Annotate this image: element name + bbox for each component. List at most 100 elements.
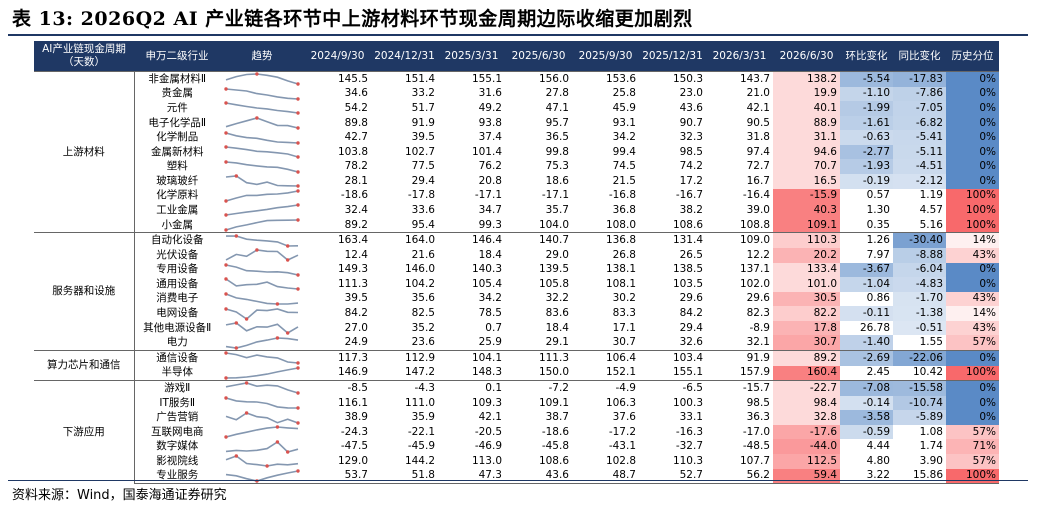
period-value: 150.0 <box>538 366 569 379</box>
yoy-change: 10.42 <box>912 366 943 379</box>
trend-cell <box>220 263 304 278</box>
trend-sparkline <box>224 101 300 116</box>
trend-sparkline <box>224 366 300 380</box>
qoq-change: -1.10 <box>840 86 893 102</box>
industry-name: 数字媒体 <box>156 440 199 453</box>
yoy-change: -0.51 <box>893 320 946 336</box>
table-row: 下游应用 游戏Ⅱ -8.5 -4.3 0.1 -7.2 -4.9 -6.5 -15.7 -22.7… <box>34 380 999 484</box>
period-value: -20.5 <box>474 425 502 438</box>
period-value: 82.3 <box>746 307 770 320</box>
trend-max-dot <box>224 277 228 282</box>
yoy-change: -2.12 <box>893 174 946 189</box>
trend-cell <box>220 277 304 292</box>
trend-min-dot <box>286 331 290 335</box>
period-value: -15.7 <box>706 380 773 396</box>
yoy-change: -1.70 <box>893 291 946 307</box>
trend-sparkline <box>224 292 299 306</box>
history-percentile: 100% <box>946 203 999 218</box>
trend-max-dot <box>234 321 238 325</box>
qoq-change: 0.86 <box>866 292 890 305</box>
industry-name: 广告营销 <box>156 411 199 424</box>
table-row: 化学原料 -18.6 -17.8 -17.1 -17.1 -16.8 -16.7 -16.4-… <box>34 188 999 204</box>
trend-min-dot <box>296 391 300 396</box>
period-value: 32.8 <box>773 410 840 425</box>
period-value: -18.6 <box>340 189 368 202</box>
trend-cell <box>220 380 304 396</box>
trend-line <box>225 160 299 173</box>
header-period: 2024/9/30 <box>304 41 371 72</box>
qoq-change: -3.58 <box>840 410 893 425</box>
period-value: 0.7 <box>485 321 502 334</box>
period-value: 36.8 <box>612 203 636 216</box>
period-value: 28.1 <box>344 174 368 187</box>
trend-max-dot <box>224 292 228 296</box>
trend-min-dot <box>286 243 290 248</box>
period-value: 140.7 <box>505 232 572 248</box>
header-period: 2026/3/31 <box>706 41 773 72</box>
period-value: 98.4 <box>773 395 840 411</box>
period-value: 104.2 <box>404 277 435 290</box>
period-value: 72.7 <box>746 160 770 173</box>
yoy-change: -5.41 <box>893 130 946 145</box>
period-value: 95.4 <box>411 218 435 231</box>
period-value: 29.4 <box>679 321 703 334</box>
period-value: -17.1 <box>474 189 502 202</box>
industry-name: 化学制品 <box>156 131 199 144</box>
trend-line <box>225 278 299 291</box>
trend-sparkline <box>225 248 299 262</box>
trend-sparkline <box>224 277 300 292</box>
period-value: 33.6 <box>411 203 435 216</box>
period-value: 108.6 <box>538 454 569 467</box>
period-value: 138.1 <box>605 263 636 276</box>
period-value: 101.4 <box>471 145 502 158</box>
period-value: -16.3 <box>675 425 703 438</box>
trend-min-dot <box>296 406 300 410</box>
trend-max-dot <box>224 130 228 135</box>
trend-min-dot <box>296 361 300 365</box>
period-value: 35.2 <box>411 321 435 334</box>
table-row: 广告营销 38.9 35.9 42.1 38.7 37.6 33.1 36.3 32.8 -3.5… <box>34 410 999 425</box>
period-value: 20.8 <box>478 174 502 187</box>
period-value: 111.0 <box>404 396 435 409</box>
history-percentile: 71% <box>946 439 999 455</box>
period-value: 0.1 <box>438 380 505 396</box>
yoy-change: 5.16 <box>919 218 943 231</box>
period-value: 103.8 <box>337 145 368 158</box>
trend-sparkline <box>225 233 299 248</box>
period-value: 156.0 <box>505 70 572 87</box>
period-value: 20.2 <box>773 247 840 263</box>
period-value: 70.7 <box>773 159 840 175</box>
period-value: 117.3 <box>304 349 371 366</box>
history-percentile: 57% <box>946 454 999 469</box>
yoy-change: -8.88 <box>893 247 946 263</box>
trend-cell <box>220 306 304 321</box>
period-value: 32.1 <box>746 336 770 349</box>
history-percentile: 14% <box>946 306 999 321</box>
period-value: 34.2 <box>478 292 502 305</box>
period-value: 138.2 <box>773 70 840 87</box>
period-value: -17.8 <box>407 189 435 202</box>
history-percentile: 0% <box>946 410 999 425</box>
trend-sparkline <box>225 116 300 130</box>
group-label: 下游应用 <box>34 380 135 484</box>
table-row: 通用设备 111.3 104.2 105.4 105.8 108.1 103.5 102.0 1… <box>34 277 999 292</box>
trend-max-dot <box>296 366 300 370</box>
industry-name: 通信设备 <box>134 349 220 366</box>
trend-max-dot <box>296 189 300 193</box>
yoy-change: -17.83 <box>893 70 946 87</box>
table-body: 上游材料 非金属材料Ⅱ 145.5 151.4 155.1 156.0 153.6 150.3… <box>34 70 999 485</box>
yoy-change: 1.19 <box>919 189 943 202</box>
period-value: -4.3 <box>371 380 438 396</box>
period-value: -16.7 <box>675 189 703 202</box>
trend-min-dot <box>296 287 300 292</box>
period-value: 32.4 <box>344 203 368 216</box>
trend-min-dot <box>224 228 228 232</box>
period-value: 95.7 <box>545 116 569 129</box>
header-period: 2025/9/30 <box>572 41 639 72</box>
trend-sparkline <box>224 130 300 145</box>
period-value: 54.2 <box>344 101 368 114</box>
yoy-change: -30.40 <box>893 232 946 248</box>
period-value: 74.5 <box>612 160 636 173</box>
trend-min-dot <box>296 111 300 116</box>
trend-sparkline <box>225 174 300 189</box>
